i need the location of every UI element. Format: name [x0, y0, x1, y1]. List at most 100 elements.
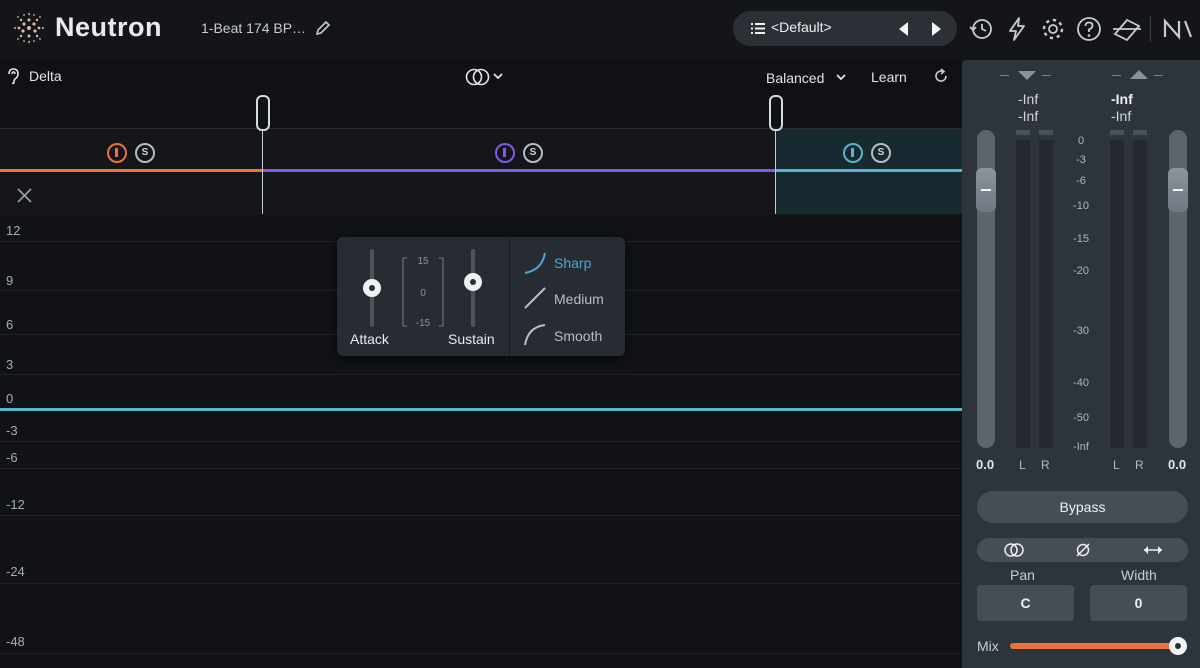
smooth-curve-icon[interactable]: [522, 322, 548, 348]
attack-slider-knob[interactable]: [363, 279, 381, 297]
shape-option-smooth[interactable]: Smooth: [554, 328, 602, 344]
width-value-box[interactable]: 0: [1090, 585, 1187, 621]
swap-channels-icon[interactable]: [1142, 543, 1164, 557]
output-gain-value: 0.0: [1168, 457, 1187, 472]
sustain-slider-knob[interactable]: [464, 273, 482, 291]
mode-dropdown[interactable]: Balanced: [766, 70, 824, 86]
crossover-1-handle[interactable]: [256, 95, 270, 131]
meter-cap: [1016, 130, 1030, 135]
width-label: Width: [1121, 567, 1157, 583]
gridline: [0, 583, 962, 584]
band-3-power-icon[interactable]: [843, 143, 863, 163]
shape-option-medium[interactable]: Medium: [554, 291, 604, 307]
preset-selector[interactable]: [733, 11, 957, 46]
attack-label: Attack: [350, 331, 389, 347]
stereo-link-icon[interactable]: [463, 67, 505, 87]
gridline: [0, 374, 962, 375]
mix-label: Mix: [977, 638, 999, 654]
output-panel: [962, 60, 1200, 668]
sustain-label: Sustain: [448, 331, 495, 347]
signal-chain-icon[interactable]: [1112, 16, 1142, 42]
native-instruments-logo-icon[interactable]: [1162, 16, 1194, 42]
meter-cap: [1133, 130, 1147, 135]
input-meter-left: [1016, 140, 1030, 448]
sharp-curve-icon[interactable]: [522, 250, 548, 276]
band-1-solo-button[interactable]: S: [135, 143, 155, 163]
pan-label: Pan: [1010, 567, 1035, 583]
header-divider: [1150, 16, 1151, 42]
input-gain-value: 0.0: [976, 457, 995, 472]
y-axis-label: 12: [6, 223, 21, 238]
input-gain-thumb[interactable]: [976, 168, 996, 212]
input-right-label: R: [1041, 458, 1050, 472]
input-peak-readout: -Inf: [1018, 91, 1039, 107]
pencil-icon[interactable]: [314, 19, 332, 37]
mix-slider[interactable]: [1010, 643, 1178, 649]
y-axis-label: -3: [6, 423, 18, 438]
scale-label: 0: [420, 288, 426, 299]
mix-slider-thumb[interactable]: [1169, 637, 1187, 655]
output-meter-left: [1110, 140, 1124, 448]
history-icon[interactable]: [968, 16, 994, 42]
bypass-button[interactable]: Bypass: [977, 491, 1188, 523]
popup-divider: [509, 237, 510, 356]
meter-scale-label: -Inf: [1073, 441, 1089, 453]
y-axis-label: 0: [6, 391, 14, 406]
list-icon: [751, 23, 765, 34]
meter-scale-label: 0: [1077, 135, 1085, 147]
output-right-label: R: [1135, 458, 1144, 472]
next-preset-button[interactable]: [930, 20, 944, 38]
meter-scale-label: -6: [1076, 175, 1086, 187]
meter-scale-label: -40: [1073, 377, 1089, 389]
output-triangle-icon: [1130, 70, 1148, 79]
gear-icon[interactable]: [1040, 16, 1066, 42]
band-1-line: [0, 169, 262, 172]
meter-scale-label: -10: [1073, 200, 1089, 212]
y-axis-label: 3: [6, 357, 14, 372]
ear-icon[interactable]: [6, 67, 20, 85]
scale-label: -15: [415, 318, 431, 329]
gridline: [0, 653, 962, 654]
neutron-logo-icon: [14, 13, 44, 43]
band-2-line: [263, 169, 775, 172]
gain-curve-line[interactable]: [0, 408, 962, 411]
close-icon[interactable]: [16, 187, 33, 204]
output-gain-thumb[interactable]: [1168, 168, 1188, 212]
output-peak-readout: -Inf: [1111, 91, 1133, 107]
dash: [1042, 75, 1051, 76]
shape-option-sharp[interactable]: Sharp: [554, 255, 591, 271]
y-axis-label: -12: [6, 497, 25, 512]
band-2-solo-button[interactable]: S: [523, 143, 543, 163]
delta-label[interactable]: Delta: [29, 68, 62, 84]
meter-cap: [1110, 130, 1124, 135]
dash: [1112, 75, 1121, 76]
preset-selector-label: <Default>: [771, 19, 832, 35]
previous-preset-button[interactable]: [896, 20, 910, 38]
preset-name[interactable]: 1-Beat 174 BP…: [201, 20, 306, 36]
output-left-label: L: [1113, 458, 1120, 472]
scale-label: 15: [417, 256, 429, 267]
band-3-solo-button[interactable]: S: [871, 143, 891, 163]
learn-button[interactable]: Learn: [871, 69, 907, 85]
chevron-down-icon[interactable]: [835, 72, 847, 82]
refresh-icon[interactable]: [932, 67, 950, 85]
input-meter-right: [1039, 140, 1053, 448]
band-2-power-icon[interactable]: [495, 143, 515, 163]
app-title: Neutron: [55, 12, 162, 42]
mono-icon[interactable]: [1002, 541, 1026, 559]
dash: [1154, 75, 1163, 76]
crossover-2-line: [775, 128, 776, 214]
y-axis-label: -6: [6, 450, 18, 465]
y-axis-label: -48: [6, 634, 25, 649]
band-1-power-icon[interactable]: [107, 143, 127, 163]
phase-invert-icon[interactable]: [1074, 541, 1092, 559]
pan-value-box[interactable]: C: [977, 585, 1074, 621]
help-icon[interactable]: [1076, 16, 1102, 42]
meter-scale-label: -15: [1073, 233, 1089, 245]
medium-curve-icon[interactable]: [522, 285, 548, 311]
input-triangle-icon: [1018, 71, 1036, 80]
meter-scale-label: -20: [1073, 265, 1089, 277]
lightning-icon[interactable]: [1004, 16, 1030, 42]
crossover-2-handle[interactable]: [769, 95, 783, 131]
dash: [1000, 75, 1009, 76]
